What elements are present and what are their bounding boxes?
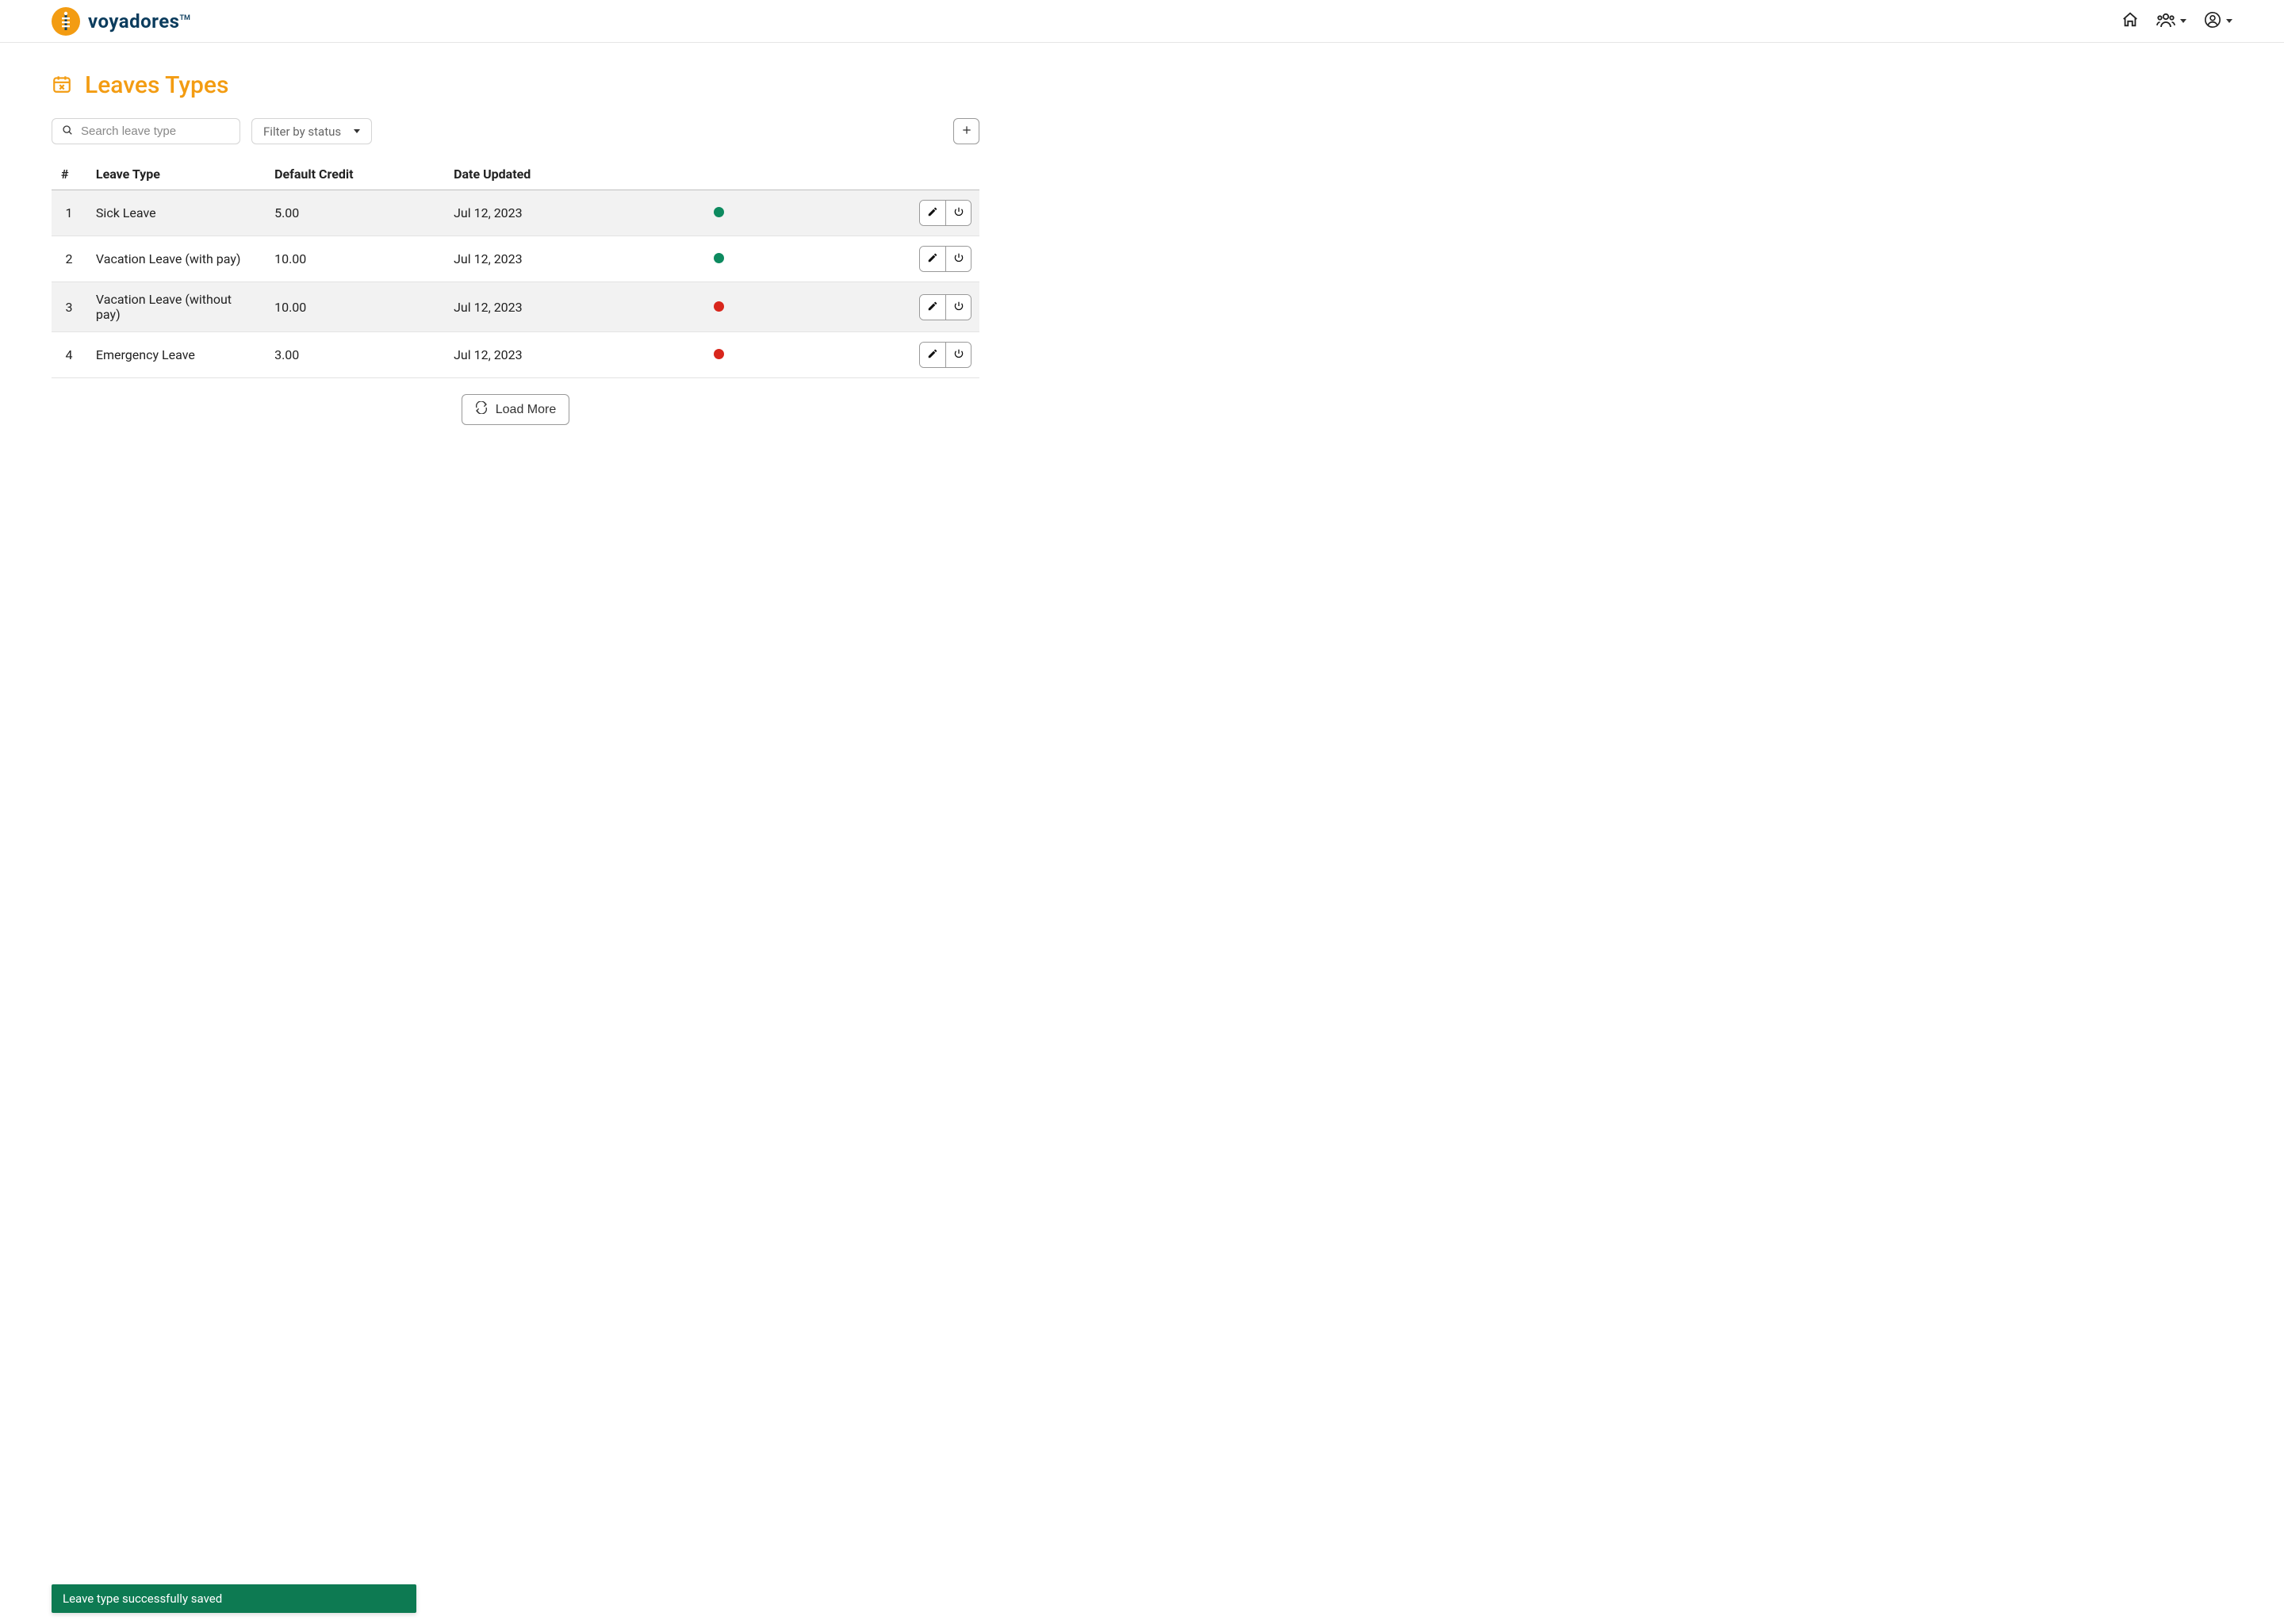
cell-actions (910, 236, 979, 282)
chevron-down-icon (354, 129, 360, 133)
toggle-button[interactable] (945, 201, 971, 225)
filter-label: Filter by status (263, 124, 341, 139)
table-row: 4Emergency Leave3.00Jul 12, 2023 (52, 332, 979, 378)
plus-icon (961, 123, 972, 140)
status-dot (714, 253, 724, 263)
cell-type: Emergency Leave (86, 332, 265, 378)
filter-status-select[interactable]: Filter by status (251, 118, 372, 144)
toast-message: Leave type successfully saved (63, 1591, 222, 1606)
chevron-down-icon (2180, 19, 2186, 23)
nav-account[interactable] (2204, 11, 2232, 32)
cell-status (704, 236, 910, 282)
table-row: 1Sick Leave5.00Jul 12, 2023 (52, 190, 979, 236)
edit-button[interactable] (920, 343, 945, 367)
brand-logo-icon (52, 7, 80, 36)
home-icon (2121, 11, 2139, 32)
user-circle-icon (2204, 11, 2221, 32)
page-title: Leaves Types (85, 71, 228, 99)
th-status (704, 159, 910, 190)
toolbar: Filter by status (52, 118, 979, 144)
nav-home[interactable] (2121, 11, 2139, 32)
cell-date: Jul 12, 2023 (444, 190, 704, 236)
cell-actions (910, 190, 979, 236)
search-icon (62, 124, 73, 139)
cell-type: Vacation Leave (with pay) (86, 236, 265, 282)
cell-credit: 10.00 (265, 236, 444, 282)
status-dot (714, 207, 724, 217)
cell-actions (910, 332, 979, 378)
cell-status (704, 332, 910, 378)
topbar-right (2121, 11, 2232, 32)
power-icon (953, 251, 964, 266)
pencil-icon (927, 205, 938, 220)
th-type: Leave Type (86, 159, 265, 190)
edit-button[interactable] (920, 201, 945, 225)
table-header-row: # Leave Type Default Credit Date Updated (52, 159, 979, 190)
cell-num: 4 (52, 332, 86, 378)
pencil-icon (927, 251, 938, 266)
toast-success: Leave type successfully saved (52, 1584, 416, 1613)
power-icon (953, 300, 964, 315)
page-title-row: Leaves Types (52, 71, 979, 99)
refresh-icon (475, 401, 488, 418)
pencil-icon (927, 347, 938, 362)
topbar: voyadoresTM (0, 0, 2284, 43)
table-row: 3Vacation Leave (without pay)10.00Jul 12… (52, 282, 979, 332)
row-actions (919, 294, 971, 320)
power-icon (953, 205, 964, 220)
cell-credit: 5.00 (265, 190, 444, 236)
cell-num: 2 (52, 236, 86, 282)
brand-name: voyadoresTM (88, 10, 190, 33)
leave-types-table: # Leave Type Default Credit Date Updated… (52, 159, 979, 378)
table-row: 2Vacation Leave (with pay)10.00Jul 12, 2… (52, 236, 979, 282)
th-date: Date Updated (444, 159, 704, 190)
row-actions (919, 200, 971, 226)
row-actions (919, 246, 971, 272)
search-input[interactable] (81, 124, 230, 138)
cell-num: 3 (52, 282, 86, 332)
cell-credit: 3.00 (265, 332, 444, 378)
cell-date: Jul 12, 2023 (444, 332, 704, 378)
brand[interactable]: voyadoresTM (52, 7, 190, 36)
pencil-icon (927, 300, 938, 315)
toggle-button[interactable] (945, 247, 971, 271)
row-actions (919, 342, 971, 368)
status-dot (714, 349, 724, 359)
cell-status (704, 282, 910, 332)
search-box[interactable] (52, 118, 240, 144)
th-actions (910, 159, 979, 190)
status-dot (714, 301, 724, 312)
cell-credit: 10.00 (265, 282, 444, 332)
chevron-down-icon (2226, 19, 2232, 23)
load-more-button[interactable]: Load More (462, 394, 570, 425)
edit-button[interactable] (920, 247, 945, 271)
cell-type: Vacation Leave (without pay) (86, 282, 265, 332)
cell-date: Jul 12, 2023 (444, 282, 704, 332)
cell-actions (910, 282, 979, 332)
cell-date: Jul 12, 2023 (444, 236, 704, 282)
th-num: # (52, 159, 86, 190)
cell-num: 1 (52, 190, 86, 236)
cell-type: Sick Leave (86, 190, 265, 236)
th-credit: Default Credit (265, 159, 444, 190)
users-icon (2156, 11, 2175, 32)
main-content: Leaves Types Filter by status (0, 43, 1031, 449)
calendar-x-icon (52, 74, 72, 98)
power-icon (953, 347, 964, 362)
edit-button[interactable] (920, 295, 945, 320)
toggle-button[interactable] (945, 343, 971, 367)
nav-team[interactable] (2156, 11, 2186, 32)
cell-status (704, 190, 910, 236)
toggle-button[interactable] (945, 295, 971, 320)
load-more-label: Load More (496, 403, 557, 417)
load-more-wrap: Load More (52, 394, 979, 425)
add-button[interactable] (953, 118, 979, 144)
